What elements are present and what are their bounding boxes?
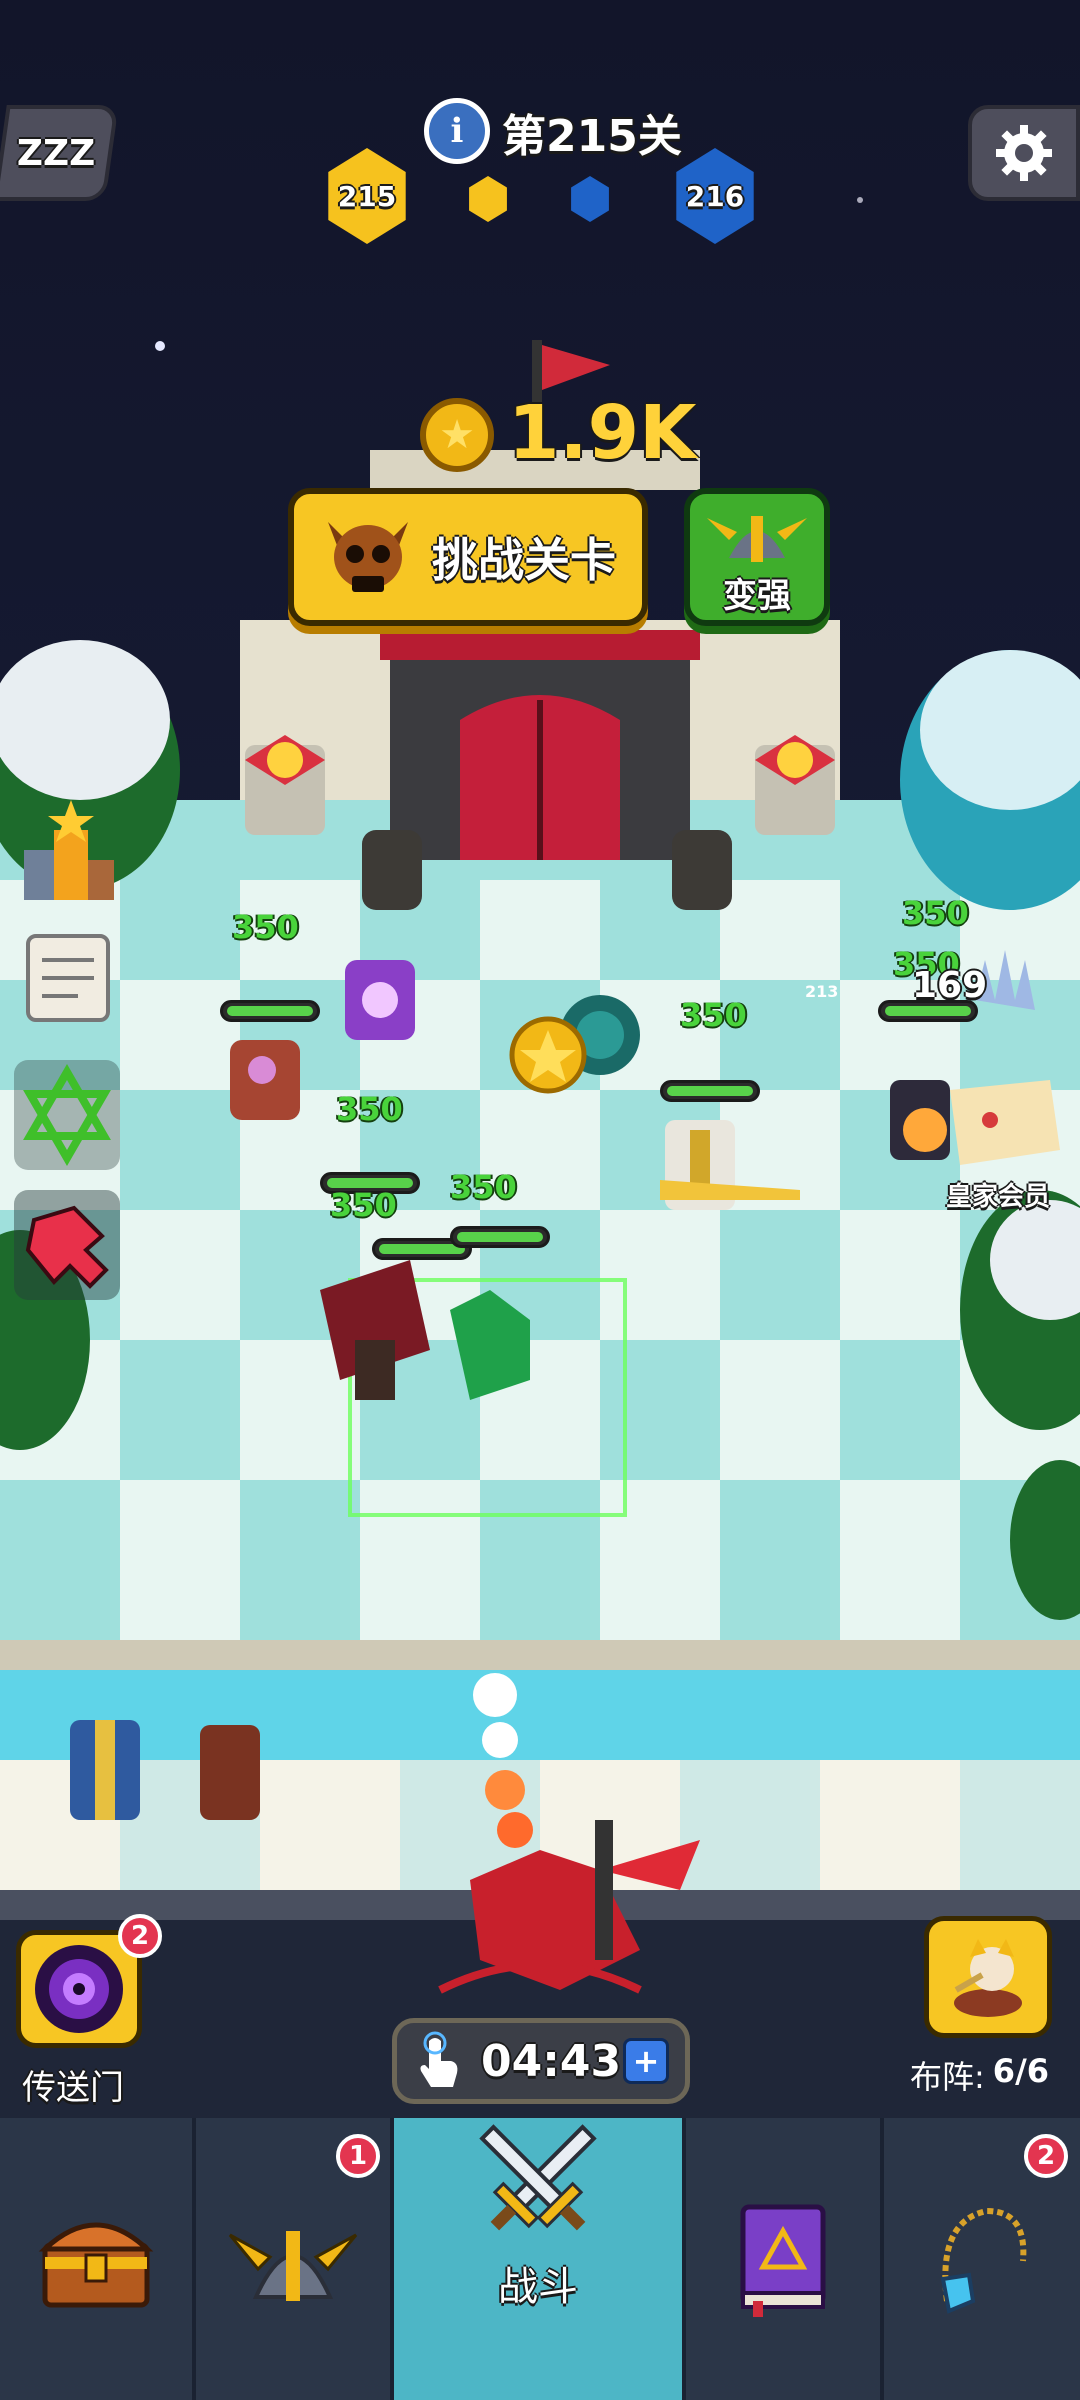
upgrade-button[interactable]: 变强	[684, 488, 830, 626]
coin-icon: ★	[420, 398, 494, 472]
flying-coin	[509, 1016, 587, 1094]
red-dragon-player	[438, 1820, 700, 1994]
portal-badge: 2	[118, 1914, 162, 1958]
damage-number: 350	[232, 908, 299, 946]
hp-bar	[450, 1226, 550, 1248]
unit-green-archer	[450, 1290, 530, 1400]
current-level-number: 215	[337, 179, 397, 213]
damage-number: 350	[330, 1186, 397, 1224]
smoke-trail	[473, 1673, 533, 1848]
tab-battle[interactable]: 战斗	[394, 2118, 686, 2400]
spellbook-icon	[740, 2204, 826, 2317]
royal-member-map	[950, 1080, 1060, 1165]
formation-button[interactable]	[924, 1916, 1052, 2038]
amulet-icon	[940, 2207, 1027, 2314]
scroll-icon	[26, 934, 110, 1022]
treasure-chest-icon	[38, 2222, 154, 2308]
bench-unit-brown	[200, 1725, 260, 1820]
tab-shop[interactable]	[0, 2118, 196, 2400]
formation-label: 布阵:	[910, 2058, 985, 2096]
challenge-level-label: 挑战关卡	[432, 533, 616, 587]
formation-info: 布阵: 6/6	[910, 2052, 1049, 2098]
viking-helmet-icon	[228, 2231, 358, 2301]
skull-icon	[312, 507, 424, 607]
damage-number: 350	[336, 1090, 403, 1128]
level-title: 第215关	[502, 111, 682, 162]
game-screen: 350 350 350 350 350 350 350 213 169 ZZZ …	[0, 0, 1080, 2400]
unit-gold-knight	[660, 1120, 800, 1210]
battle-timer: 04:43 +	[392, 2018, 690, 2104]
hero-portrait-icon	[954, 1939, 1022, 2017]
unit-red-caster	[320, 1260, 430, 1400]
tab-battle-label: 战斗	[498, 2264, 578, 2310]
trophy-podium-icon	[24, 800, 114, 900]
damage-number: 350	[450, 1168, 517, 1206]
royal-member-label[interactable]: 皇家会员	[946, 1176, 1050, 1213]
settings-button[interactable]	[968, 105, 1080, 201]
hexagram-button[interactable]	[14, 1060, 120, 1170]
bench-unit-blue	[70, 1720, 140, 1820]
damage-number: 350	[680, 996, 747, 1034]
quest-scroll-button[interactable]	[14, 920, 120, 1030]
tab-heroes-badge: 1	[336, 2134, 380, 2178]
enemy-count: 169	[912, 965, 988, 1006]
small-number: 213	[805, 982, 839, 1001]
portal-label: 传送门	[22, 2068, 124, 2108]
gear-icon	[996, 125, 1052, 181]
hp-bar	[660, 1080, 760, 1102]
unit-red-warrior	[230, 1040, 300, 1120]
hp-bar	[220, 1000, 320, 1022]
next-level-number: 216	[685, 179, 745, 213]
sleep-zzz-icon: ZZZ	[16, 132, 96, 174]
tab-equipment-badge: 2	[1024, 2134, 1068, 2178]
damage-number: 350	[902, 894, 969, 932]
challenge-level-button[interactable]: 挑战关卡	[288, 488, 648, 626]
formation-value: 6/6	[992, 2052, 1050, 2090]
tab-spellbook[interactable]	[686, 2118, 884, 2400]
portal-vortex-icon	[35, 1945, 123, 2033]
ranking-button[interactable]	[14, 800, 120, 910]
timer-value: 04:43	[481, 2035, 622, 2087]
viking-helmet-icon	[707, 515, 807, 562]
crossed-swords-icon	[479, 2124, 597, 2231]
info-icon: i	[450, 111, 464, 151]
upgrade-label: 变强	[723, 575, 791, 616]
sleep-button[interactable]: ZZZ	[0, 105, 119, 201]
add-time-button[interactable]: +	[623, 2038, 669, 2084]
unit-right-enemy	[890, 1080, 950, 1160]
coin-reward: 1.9K	[508, 390, 697, 476]
hexagram-icon	[23, 1064, 111, 1166]
red-arrow-icon	[25, 1205, 109, 1289]
shortcut-arrow-button[interactable]	[14, 1190, 120, 1300]
tap-hand-icon	[420, 2031, 458, 2087]
info-button[interactable]: i	[424, 98, 490, 164]
unit-purple-mage	[345, 960, 415, 1040]
